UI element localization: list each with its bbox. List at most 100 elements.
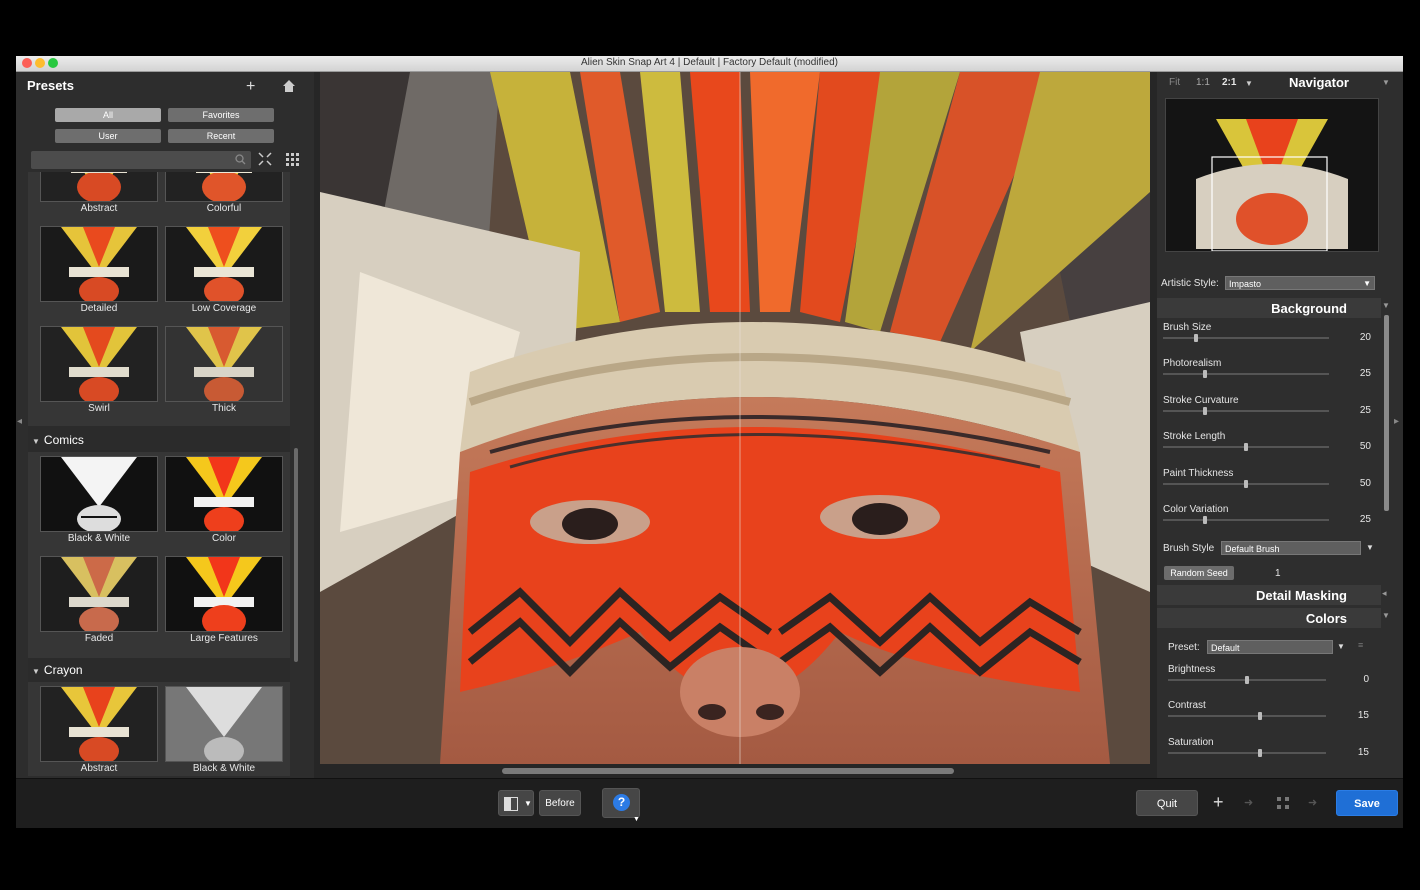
slider-handle[interactable] (1257, 712, 1262, 721)
slider-label: Saturation (1168, 736, 1214, 748)
preset-label: Black & White (192, 763, 256, 774)
app-window: Alien Skin Snap Art 4 | Default | Factor… (16, 56, 1403, 828)
preset-menu-icon[interactable]: ≡ (1358, 640, 1363, 650)
split-view-button[interactable]: ▼ (498, 790, 534, 816)
chevron-down-icon[interactable]: ▼ (1366, 543, 1374, 552)
slider-handle[interactable] (1244, 479, 1248, 488)
help-button[interactable]: ? ▼ (602, 788, 640, 823)
chevron-down-icon[interactable]: ▼ (1337, 642, 1345, 651)
slider-track[interactable] (1163, 519, 1329, 521)
slider-handle[interactable] (1245, 676, 1249, 684)
navigator-preview (1166, 99, 1378, 251)
preset-thumbnail-list: Abstract Colorful Detailed Low Coverage … (28, 172, 290, 776)
preset-thumbnail[interactable] (165, 556, 283, 632)
slider-track[interactable] (1163, 409, 1329, 412)
slider-handle[interactable] (1202, 516, 1207, 524)
preset-thumbnail[interactable] (165, 226, 283, 302)
brush-style-dropdown[interactable]: Default Brush (1221, 541, 1361, 555)
colors-preset-label: Preset: (1168, 642, 1200, 653)
grid-view-icon[interactable] (285, 152, 299, 166)
preset-label: Low Coverage (191, 303, 257, 314)
collapse-icon[interactable]: ▼ (1382, 78, 1390, 87)
detail-masking-section-header[interactable]: Detail Masking (1157, 585, 1381, 605)
slider-handle[interactable] (1202, 370, 1207, 379)
collapse-icon[interactable]: ▼ (1382, 301, 1390, 310)
background-section-header[interactable]: Background (1157, 298, 1381, 318)
preset-thumbnail[interactable] (40, 172, 158, 202)
zoom-fit-button[interactable]: Fit (1169, 77, 1180, 88)
before-button[interactable]: Before (539, 790, 581, 816)
add-preset-icon[interactable]: + (246, 79, 255, 95)
arrow-left-icon[interactable]: ➜ (1244, 796, 1253, 809)
preset-label: Abstract (80, 763, 118, 774)
slider-handle[interactable] (1194, 334, 1199, 342)
chevron-down-icon: ▼ (633, 816, 640, 823)
filter-all-button[interactable]: All (55, 108, 161, 122)
slider-label: Contrast (1168, 700, 1206, 712)
preset-thumbnail[interactable] (165, 326, 283, 402)
preset-thumbnail[interactable] (40, 226, 158, 302)
preset-thumbnail[interactable] (40, 456, 158, 532)
arrow-right-icon[interactable]: ➜ (1308, 796, 1317, 809)
random-seed-button[interactable]: Random Seed (1164, 566, 1234, 580)
slider-handle[interactable] (1202, 406, 1207, 415)
expand-icon[interactable]: ◂ (1382, 588, 1387, 599)
presets-scrollbar[interactable] (294, 448, 298, 662)
slider-handle[interactable] (1257, 748, 1262, 757)
colors-preset-dropdown[interactable]: Default (1207, 640, 1333, 654)
preset-thumbnail[interactable] (165, 172, 283, 202)
preset-thumbnail[interactable] (40, 686, 158, 762)
section-comics-header[interactable]: ▼ Comics (28, 430, 290, 450)
preview-horizontal-scrollbar[interactable] (502, 768, 954, 774)
add-preset-icon[interactable]: + (1213, 792, 1224, 813)
slider-value: 25 (1359, 368, 1371, 380)
slider-value: 15 (1357, 746, 1369, 758)
chevron-down-icon: ▼ (1363, 279, 1371, 288)
detail-masking-title: Detail Masking (1255, 588, 1347, 603)
background-title: Background (1271, 301, 1347, 316)
preset-thumbnail[interactable] (40, 326, 158, 402)
preset-search-input[interactable] (31, 151, 251, 169)
collapse-all-icon[interactable] (258, 152, 272, 166)
triangle-down-icon: ▼ (32, 437, 40, 446)
preset-label: Detailed (80, 303, 118, 314)
collapse-icon[interactable]: ▼ (1382, 611, 1390, 620)
collapse-right-panel-icon[interactable]: ▸ (1394, 416, 1399, 427)
split-view-icon (504, 797, 518, 811)
settings-panel: Fit 1:1 2:1 ▼ Navigator ▼ Artistic Style… (1157, 72, 1403, 778)
slider-track[interactable] (1168, 751, 1326, 754)
window-title: Alien Skin Snap Art 4 | Default | Factor… (581, 57, 838, 68)
preset-thumbnail[interactable] (40, 556, 158, 632)
chevron-down-icon: ▼ (524, 799, 532, 808)
slider-handle[interactable] (1244, 443, 1248, 452)
quit-button[interactable]: Quit (1136, 790, 1198, 816)
preset-group: Black & White Color Faded Large Features (28, 452, 290, 658)
section-crayon-header[interactable]: ▼ Crayon (28, 660, 290, 680)
chevron-down-icon[interactable]: ▼ (1245, 79, 1253, 88)
presets-title: Presets (27, 78, 74, 93)
preset-thumbnail[interactable] (165, 456, 283, 532)
zoom-1-1-button[interactable]: 1:1 (1196, 77, 1210, 88)
save-button[interactable]: Save (1336, 790, 1398, 816)
artistic-style-value: Impasto (1229, 279, 1262, 289)
preset-group: Abstract Black & White (28, 682, 290, 776)
slider-track[interactable] (1163, 373, 1329, 376)
colors-title: Colors (1305, 611, 1347, 626)
colors-section-header[interactable]: Colors (1157, 608, 1381, 628)
collapse-left-panel-icon[interactable]: ◂ (17, 416, 22, 427)
preset-thumbnail[interactable] (165, 686, 283, 762)
fullscreen-icon[interactable] (1277, 797, 1289, 809)
slider-track[interactable] (1168, 715, 1326, 718)
navigator-thumbnail[interactable] (1165, 98, 1379, 252)
filter-favorites-button[interactable]: Favorites (168, 108, 274, 122)
filter-recent-button[interactable]: Recent (168, 129, 274, 143)
artistic-style-dropdown[interactable]: Impasto ▼ (1225, 276, 1375, 290)
zoom-2-1-button[interactable]: 2:1 (1222, 77, 1236, 88)
title-bar: Alien Skin Snap Art 4 | Default | Factor… (16, 56, 1403, 72)
settings-scrollbar[interactable] (1384, 315, 1389, 511)
filter-user-button[interactable]: User (55, 129, 161, 143)
image-preview[interactable] (320, 72, 1150, 764)
random-seed-value: 1 (1275, 568, 1281, 579)
home-icon[interactable] (282, 79, 296, 93)
slider-track[interactable] (1163, 337, 1329, 339)
